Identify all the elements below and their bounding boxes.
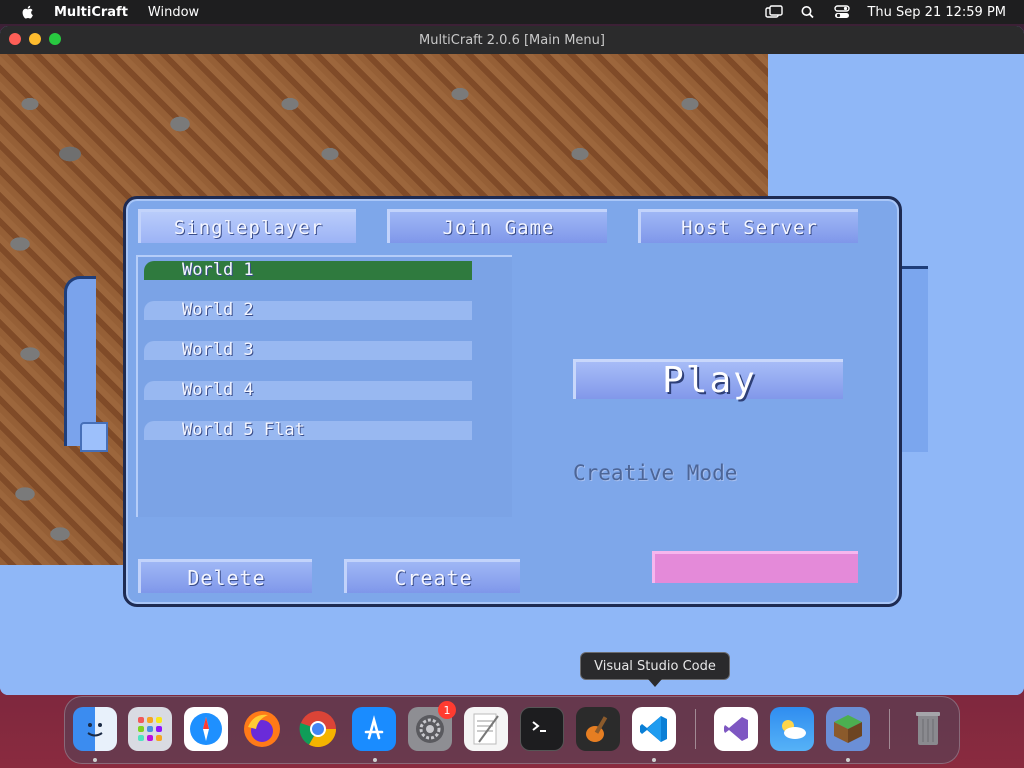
dock-tooltip: Visual Studio Code (580, 652, 730, 680)
world-list-item[interactable]: World 5 Flat (144, 421, 472, 440)
multicraft-window: MultiCraft 2.0.6 [Main Menu] Singleplaye… (0, 26, 1024, 695)
apple-icon[interactable] (20, 4, 36, 20)
settings-running-dot (373, 758, 377, 762)
window-titlebar[interactable]: MultiCraft 2.0.6 [Main Menu] (0, 26, 1024, 54)
finder-icon[interactable] (73, 707, 117, 751)
menubar-clock[interactable]: Thu Sep 21 12:59 PM (867, 5, 1006, 20)
launchpad-icon[interactable] (128, 707, 172, 751)
app-store-icon[interactable] (352, 707, 396, 751)
terminal-icon[interactable] (520, 707, 564, 751)
vscode-running-dot (652, 758, 656, 762)
tab-host-server[interactable]: Host Server (638, 209, 858, 243)
game-mode-label: Creative Mode (573, 461, 738, 485)
world-list-item[interactable]: World 1 (144, 261, 472, 280)
world-list-item[interactable]: World 3 (144, 341, 472, 360)
dock-separator (695, 709, 696, 749)
finder-running-dot (93, 758, 97, 762)
visual-studio-icon[interactable] (714, 707, 758, 751)
world-list-item[interactable]: World 4 (144, 381, 472, 400)
main-menu-panel: Singleplayer Join Game Host Server World… (123, 196, 902, 607)
vscode-icon[interactable] (632, 707, 676, 751)
settings-icon[interactable]: 1 (408, 701, 456, 751)
world-label: World 3 (182, 340, 254, 360)
world-label: World 5 Flat (182, 420, 305, 440)
create-world-button[interactable]: Create (344, 559, 520, 593)
app-name-menu[interactable]: MultiCraft (54, 5, 128, 20)
firefox-icon[interactable] (240, 707, 284, 751)
dock-tooltip-arrow (648, 679, 662, 687)
multicraft-running-dot (846, 758, 850, 762)
display-icon[interactable] (765, 5, 784, 19)
decorative-block (80, 422, 108, 452)
minimize-window-button[interactable] (29, 33, 41, 45)
dock-separator (889, 709, 890, 749)
trash-icon[interactable] (906, 707, 950, 751)
window-controls (9, 33, 61, 45)
world-label: World 4 (182, 380, 254, 400)
safari-icon[interactable] (184, 707, 228, 751)
window-title: MultiCraft 2.0.6 [Main Menu] (419, 32, 605, 48)
menu-bar: MultiCraft Window Thu Sep 21 12:59 PM (0, 0, 1024, 24)
world-label: World 2 (182, 300, 254, 320)
decorative-pillar (64, 276, 96, 446)
close-window-button[interactable] (9, 33, 21, 45)
garageband-icon[interactable] (576, 707, 620, 751)
weather-icon[interactable] (770, 707, 814, 751)
world-list-item[interactable]: World 2 (144, 301, 472, 320)
game-viewport: Singleplayer Join Game Host Server World… (0, 54, 1024, 695)
world-list[interactable]: World 1 World 2 World 3 World 4 World 5 … (136, 255, 512, 517)
chrome-icon[interactable] (296, 707, 340, 751)
maximize-window-button[interactable] (49, 33, 61, 45)
tab-join-game[interactable]: Join Game (387, 209, 607, 243)
decorative-ledge (898, 266, 928, 452)
play-button[interactable]: Play (573, 359, 843, 401)
textedit-icon[interactable] (464, 707, 508, 751)
spotlight-search-icon[interactable] (799, 5, 817, 19)
delete-world-button[interactable]: Delete (138, 559, 312, 593)
dock: 1 (64, 696, 960, 764)
tab-singleplayer[interactable]: Singleplayer (138, 209, 356, 243)
world-label: World 1 (182, 260, 254, 280)
game-mode-toggle[interactable] (652, 551, 858, 583)
control-center-icon[interactable] (833, 5, 851, 19)
settings-badge: 1 (438, 701, 456, 719)
menu-window[interactable]: Window (148, 5, 199, 20)
multicraft-icon[interactable] (826, 707, 870, 751)
